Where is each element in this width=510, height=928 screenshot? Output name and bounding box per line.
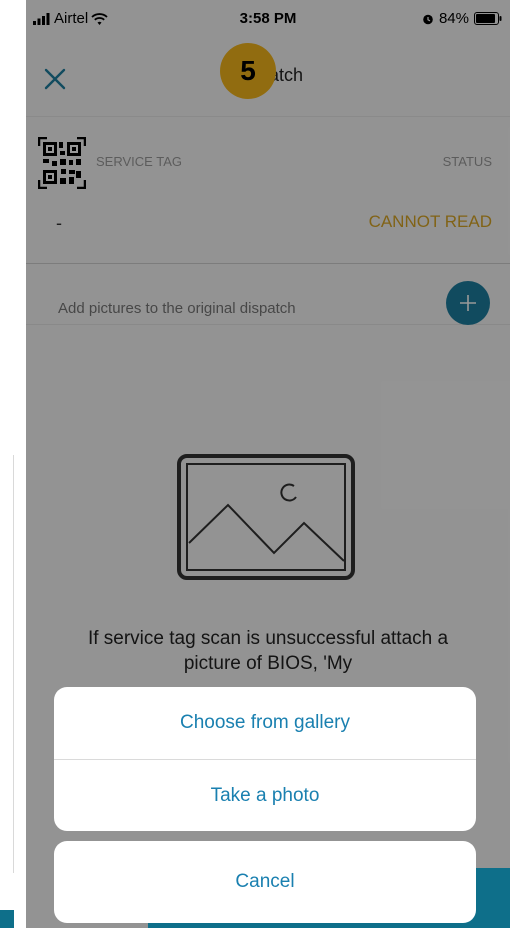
phone-screen: Airtel 3:58 PM 84% SERVICE TAG STATUS - … <box>26 0 510 928</box>
take-photo-button[interactable]: Take a photo <box>54 759 476 831</box>
cancel-button[interactable]: Cancel <box>54 841 476 923</box>
choose-from-gallery-button[interactable]: Choose from gallery <box>54 687 476 759</box>
background-divider <box>13 455 14 873</box>
background-teal-edge <box>0 910 14 928</box>
action-sheet: Choose from gallery Take a photo <box>54 687 476 831</box>
